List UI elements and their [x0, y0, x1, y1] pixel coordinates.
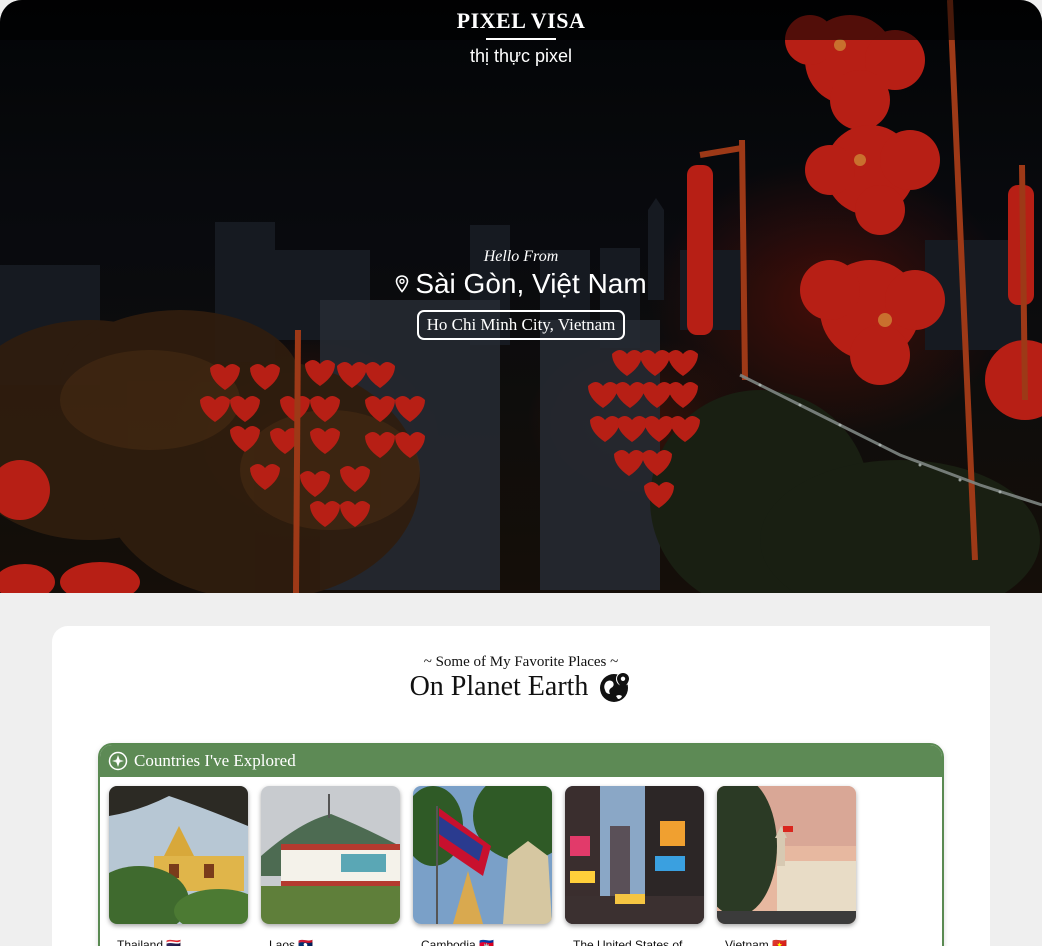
country-card-usa[interactable]: The United States of: [565, 786, 704, 946]
hero-city-name: Sài Gòn, Việt Nam: [415, 268, 647, 299]
countries-panel: Countries I've Explored Thailand 🇹🇭 Laos…: [98, 743, 944, 946]
favorites-heading: On Planet Earth: [52, 670, 990, 704]
countries-panel-header: Countries I've Explored: [100, 745, 942, 777]
site-subtitle: thị thực pixel: [469, 46, 573, 66]
country-photo-laos[interactable]: [261, 786, 400, 924]
hero-location: Sài Gòn, Việt Nam: [395, 268, 647, 300]
country-label[interactable]: The United States of: [565, 938, 704, 946]
country-photo-thailand[interactable]: [109, 786, 248, 924]
country-card-cambodia[interactable]: Cambodia 🇰🇭: [413, 786, 552, 946]
country-card-vietnam[interactable]: Vietnam 🇻🇳: [717, 786, 856, 946]
country-photo-usa[interactable]: [565, 786, 704, 924]
favorites-kicker: ~ Some of My Favorite Places ~: [423, 654, 619, 670]
country-card-thailand[interactable]: Thailand 🇹🇭: [109, 786, 248, 946]
location-pin-icon: [396, 275, 409, 293]
country-card-laos[interactable]: Laos 🇱🇦: [261, 786, 400, 946]
site-title[interactable]: PIXEL VISA: [0, 8, 1042, 34]
globe-location-icon: [600, 672, 631, 702]
country-photo-cambodia[interactable]: [413, 786, 552, 924]
favorites-title: On Planet Earth: [409, 671, 589, 702]
compass-icon: [108, 751, 128, 771]
country-label[interactable]: Vietnam 🇻🇳: [717, 938, 856, 946]
title-divider: [486, 38, 556, 40]
country-label[interactable]: Cambodia 🇰🇭: [413, 938, 552, 946]
countries-panel-title: Countries I've Explored: [134, 751, 296, 770]
hero-banner: PIXEL VISA thị thực pixel Hello From Sài…: [0, 0, 1042, 593]
country-label[interactable]: Thailand 🇹🇭: [109, 938, 248, 946]
country-photo-vietnam[interactable]: [717, 786, 856, 924]
site-header: PIXEL VISA thị thực pixel: [0, 8, 1042, 67]
country-label[interactable]: Laos 🇱🇦: [261, 938, 400, 946]
favorites-section: ~ Some of My Favorite Places ~ On Planet…: [52, 626, 990, 946]
hello-kicker: Hello From: [483, 248, 559, 265]
hero-city-tag: Ho Chi Minh City, Vietnam: [416, 310, 626, 340]
hero-greeting: Hello From Sài Gòn, Việt Nam Ho Chi Minh…: [0, 248, 1042, 340]
country-list: Thailand 🇹🇭 Laos 🇱🇦 Cambodia 🇰🇭 The Unit…: [109, 786, 856, 946]
